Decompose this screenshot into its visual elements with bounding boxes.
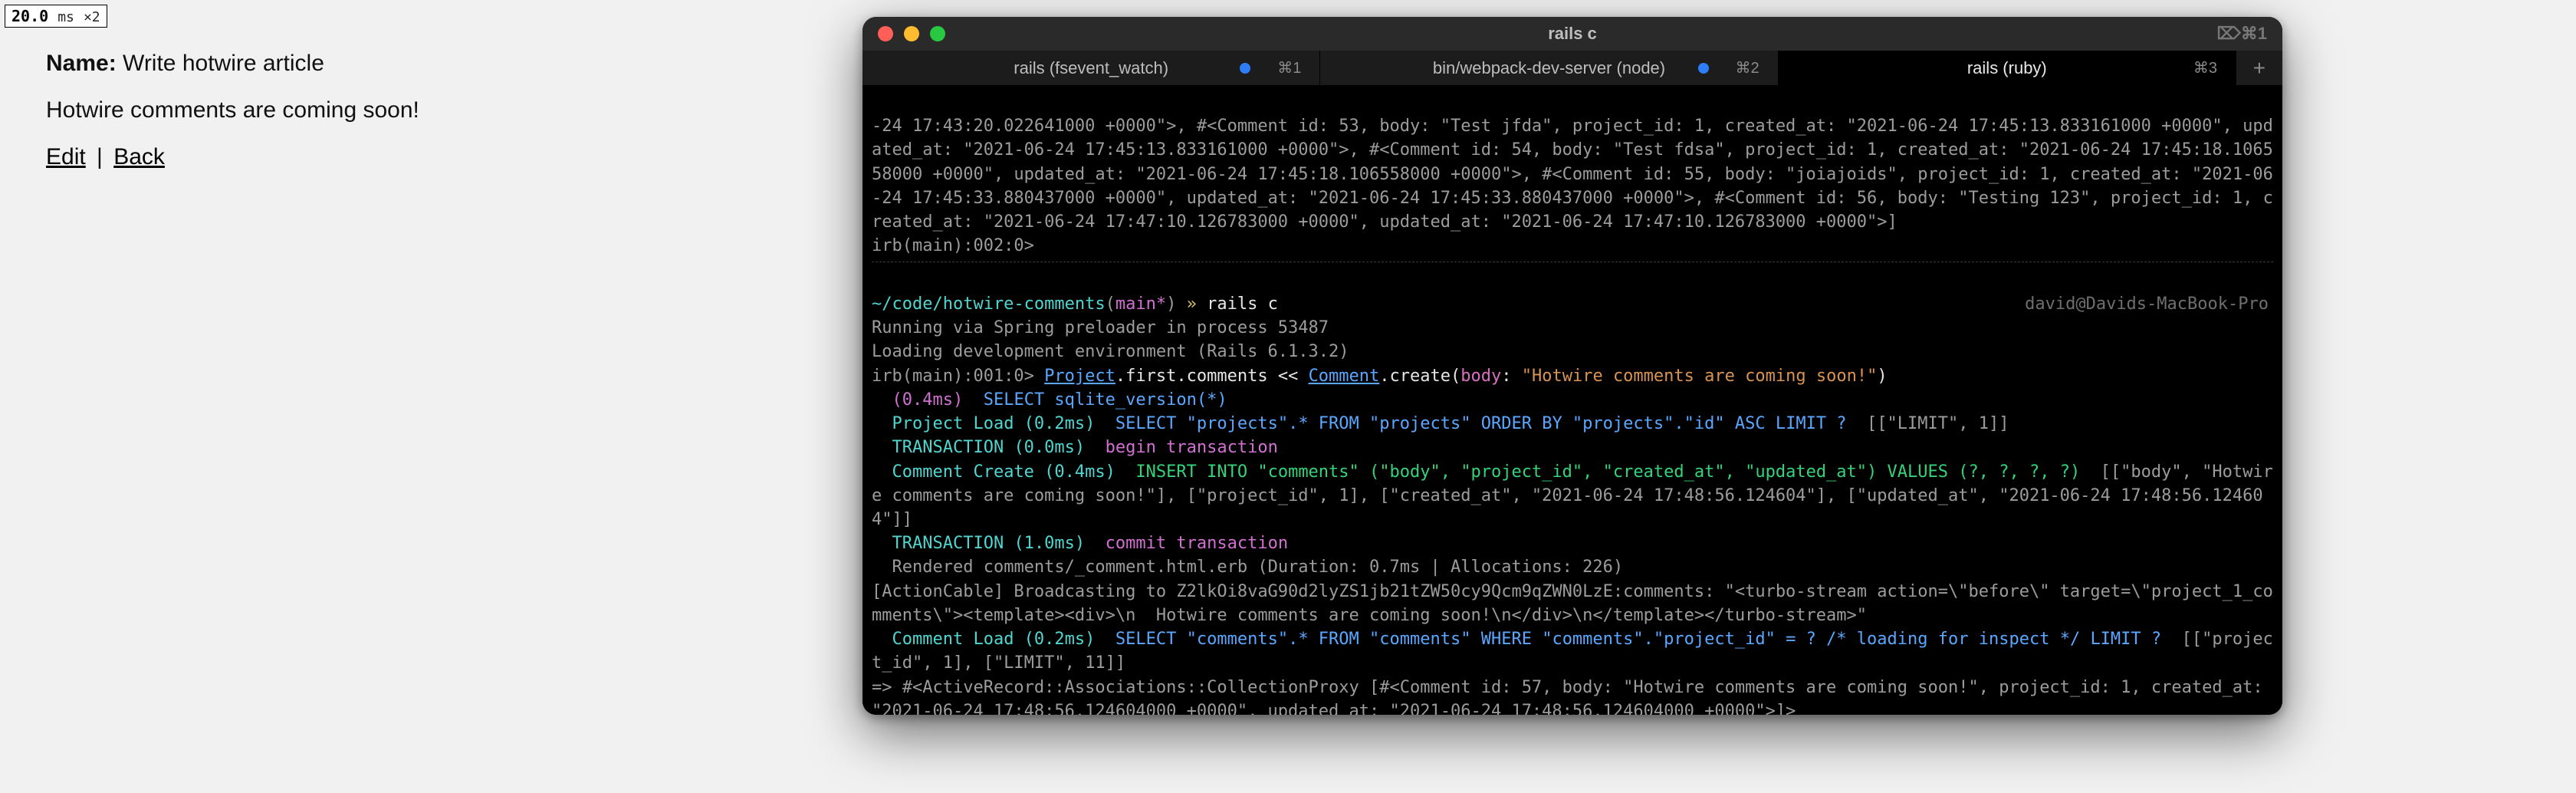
prompt-line: ~/code/hotwire-comments(main*) » rails c… xyxy=(872,294,1278,314)
prompt-branch: main* xyxy=(1116,294,1166,314)
traffic-lights xyxy=(863,26,945,41)
rendered-line: Rendered comments/_comment.html.erb (Dur… xyxy=(872,558,1623,577)
branch-open: ( xyxy=(1106,294,1116,314)
back-link[interactable]: Back xyxy=(113,144,165,169)
tab-label: rails (ruby) xyxy=(1967,58,2047,78)
window-title: rails c xyxy=(863,24,2282,44)
article-body: Hotwire comments are coming soon! xyxy=(46,93,629,127)
close-icon[interactable] xyxy=(878,26,893,41)
prompt-cmd: rails c xyxy=(1207,294,1278,314)
timing: Project Load (0.2ms) xyxy=(872,414,1116,433)
zoom-icon[interactable] xyxy=(930,26,945,41)
close-paren: ) xyxy=(1877,367,1887,386)
sql-line: Comment Create (0.4ms) INSERT INTO "comm… xyxy=(872,462,2273,529)
colon: : xyxy=(1501,367,1522,386)
irb-input-line: irb(main):001:0> Project.first.comments … xyxy=(872,367,1888,386)
activity-indicator-icon xyxy=(1240,63,1250,74)
tab-shortcut: ⌘2 xyxy=(1736,58,1760,77)
spring-line: Running via Spring preloader in process … xyxy=(872,318,1329,337)
timing: Comment Create (0.4ms) xyxy=(872,462,1135,482)
const-project: Project xyxy=(1044,367,1116,386)
terminal-body[interactable]: -24 17:43:20.022641000 +0000">, #<Commen… xyxy=(863,86,2282,715)
tabbar: rails (fsevent_watch) ⌘1 bin/webpack-dev… xyxy=(863,51,2282,86)
sql: SELECT sqlite_version(*) xyxy=(984,390,1227,410)
perf-unit: ms xyxy=(58,9,74,25)
sql-line: Project Load (0.2ms) SELECT "projects".*… xyxy=(872,414,2009,433)
tab-label: bin/webpack-dev-server (node) xyxy=(1433,58,1665,78)
tab-webpack[interactable]: bin/webpack-dev-server (node) ⌘2 xyxy=(1320,51,1778,85)
tab-label: rails (fsevent_watch) xyxy=(1014,58,1168,78)
tab-shortcut: ⌘3 xyxy=(2193,58,2217,77)
sql-line: TRANSACTION (0.0ms) begin transaction xyxy=(872,438,1278,457)
separator: | xyxy=(92,144,107,169)
const-comment: Comment xyxy=(1309,367,1380,386)
timing: Comment Load (0.2ms) xyxy=(872,630,1116,649)
tab-rails-fsevent[interactable]: rails (fsevent_watch) ⌘1 xyxy=(863,51,1320,85)
prompt-path: ~/code/hotwire-comments xyxy=(872,294,1106,314)
sql-args: [["LIMIT", 1]] xyxy=(1847,414,2009,433)
new-tab-button[interactable]: + xyxy=(2236,51,2282,85)
string-literal: "Hotwire comments are coming soon!" xyxy=(1522,367,1878,386)
env-line: Loading development environment (Rails 6… xyxy=(872,342,1349,361)
chain: .first.comments << xyxy=(1116,367,1309,386)
name-label: Name: xyxy=(46,51,117,76)
prompt-caret: » xyxy=(1176,294,1207,314)
sql: INSERT INTO "comments" ("body", "project… xyxy=(1135,462,2080,482)
sql-line: (0.4ms) SELECT sqlite_version(*) xyxy=(872,390,1227,410)
scrollback-line: irb(main):002:0> xyxy=(872,236,1034,255)
terminal-window: rails c ⌦⌘1 rails (fsevent_watch) ⌘1 bin… xyxy=(863,17,2282,715)
minimize-icon[interactable] xyxy=(904,26,919,41)
result-line: => #<ActiveRecord::Associations::Collect… xyxy=(872,678,2273,715)
window-shortcut-icon: ⌦⌘1 xyxy=(2217,17,2267,51)
perf-badge[interactable]: 20.0 ms ×2 xyxy=(5,5,107,28)
irb-prefix: irb(main):001:0> xyxy=(872,367,1044,386)
timing: TRANSACTION (0.0ms) xyxy=(872,438,1106,457)
scrollback-line: -24 17:43:20.022641000 +0000">, #<Commen… xyxy=(872,117,2273,232)
branch-close: ) xyxy=(1166,294,1176,314)
timing: (0.4ms) xyxy=(872,390,984,410)
plus-icon: + xyxy=(2253,56,2266,81)
name-row: Name: Write hotwire article xyxy=(46,46,629,81)
edit-link[interactable]: Edit xyxy=(46,144,86,169)
sql-line: Comment Load (0.2ms) SELECT "comments".*… xyxy=(872,630,2273,673)
chain: .create( xyxy=(1379,367,1460,386)
sql: commit transaction xyxy=(1106,534,1288,553)
sql: SELECT "projects".* FROM "projects" ORDE… xyxy=(1116,414,1847,433)
sql: begin transaction xyxy=(1106,438,1278,457)
perf-mult: ×2 xyxy=(84,9,100,25)
article-pane: Name: Write hotwire article Hotwire comm… xyxy=(46,46,629,186)
kwarg-body: body xyxy=(1460,367,1501,386)
timing: TRANSACTION (1.0ms) xyxy=(872,534,1106,553)
tab-shortcut: ⌘1 xyxy=(1277,58,1301,77)
perf-time: 20.0 xyxy=(12,7,48,25)
name-value: Write hotwire article xyxy=(123,51,324,76)
titlebar[interactable]: rails c ⌦⌘1 xyxy=(863,17,2282,51)
user-host: david@Davids-MacBook-Pro xyxy=(2025,292,2269,316)
article-actions: Edit | Back xyxy=(46,140,629,174)
sql-line: TRANSACTION (1.0ms) commit transaction xyxy=(872,534,1288,553)
sql: SELECT "comments".* FROM "comments" WHER… xyxy=(1116,630,2161,649)
activity-indicator-icon xyxy=(1698,63,1709,74)
tab-rails-ruby[interactable]: rails (ruby) ⌘3 xyxy=(1779,51,2236,85)
actioncable-line: [ActionCable] Broadcasting to Z2lkOi8vaG… xyxy=(872,582,2273,625)
